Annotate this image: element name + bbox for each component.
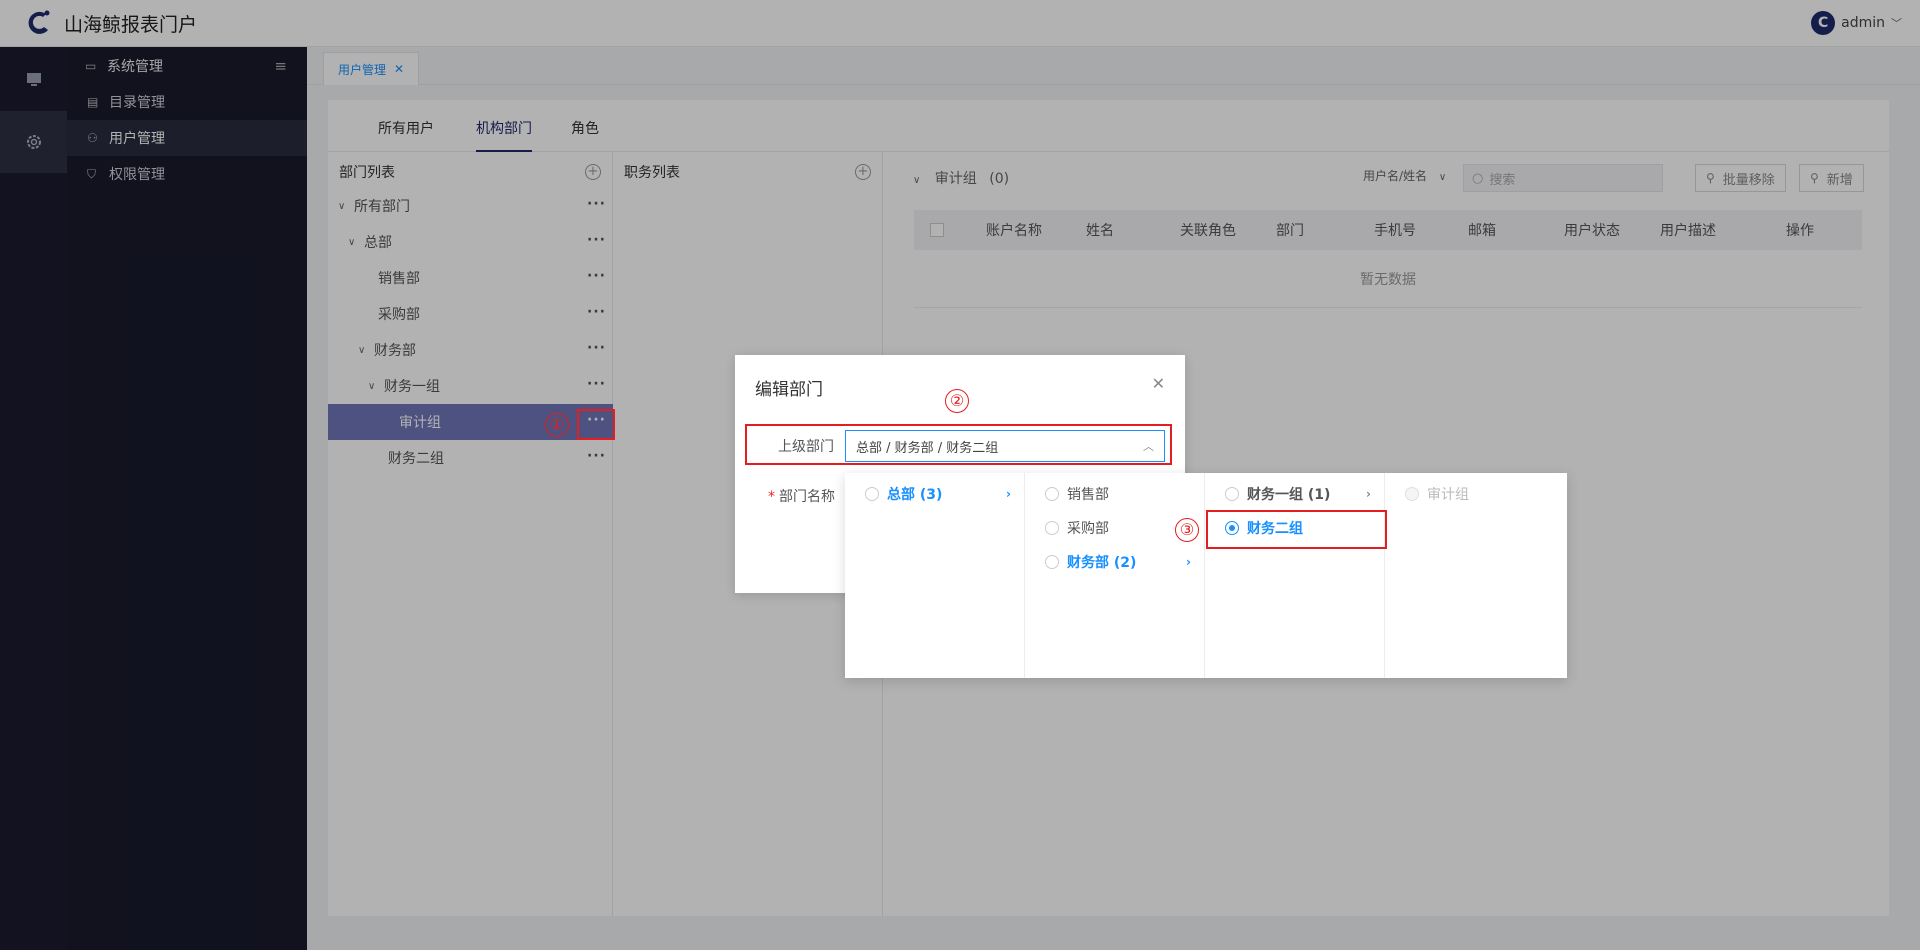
cascader-column: 销售部 采购部 财务部 (2) › xyxy=(1025,473,1205,678)
close-icon[interactable]: ✕ xyxy=(1152,374,1165,393)
cascader-option-disabled: 审计组 xyxy=(1385,477,1565,511)
radio[interactable] xyxy=(1225,487,1239,501)
radio[interactable] xyxy=(865,487,879,501)
dialog-title: 编辑部门 xyxy=(755,380,823,400)
annotation-box-1 xyxy=(577,409,615,440)
radio[interactable] xyxy=(1045,487,1059,501)
cascader-option[interactable]: 财务部 (2) › xyxy=(1025,545,1205,579)
annotation-number-2: ② xyxy=(945,389,969,413)
cascader-dropdown: 总部 (3) › 销售部 采购部 财务部 (2) › 财务一组 (1) › 财务… xyxy=(845,473,1567,678)
chevron-right-icon: › xyxy=(1366,487,1371,501)
cascader-option[interactable]: 财务一组 (1) › xyxy=(1205,477,1385,511)
annotation-box-2 xyxy=(745,424,1172,465)
cascader-column: 财务一组 (1) › 财务二组 xyxy=(1205,473,1385,678)
cascader-option[interactable]: 销售部 xyxy=(1025,477,1205,511)
cascader-option[interactable]: 总部 (3) › xyxy=(845,477,1025,511)
chevron-right-icon: › xyxy=(1006,487,1011,501)
annotation-number-3: ③ xyxy=(1175,518,1199,542)
option-label: 总部 (3) xyxy=(887,487,943,503)
cascader-column: 审计组 xyxy=(1385,473,1567,678)
required-mark: * xyxy=(768,489,775,505)
annotation-box-3 xyxy=(1206,510,1387,549)
option-label: 采购部 xyxy=(1067,521,1109,537)
radio[interactable] xyxy=(1045,555,1059,569)
radio[interactable] xyxy=(1045,521,1059,535)
radio xyxy=(1405,487,1419,501)
option-label: 财务部 (2) xyxy=(1067,555,1137,571)
department-name-label: * 部门名称 xyxy=(768,486,835,506)
cascader-column: 总部 (3) › xyxy=(845,473,1025,678)
option-label: 财务一组 (1) xyxy=(1247,487,1331,503)
department-name-text: 部门名称 xyxy=(779,489,835,505)
annotation-number-1: ① xyxy=(545,413,569,437)
chevron-right-icon: › xyxy=(1186,555,1191,569)
option-label: 销售部 xyxy=(1067,487,1109,503)
option-label: 审计组 xyxy=(1427,487,1469,503)
